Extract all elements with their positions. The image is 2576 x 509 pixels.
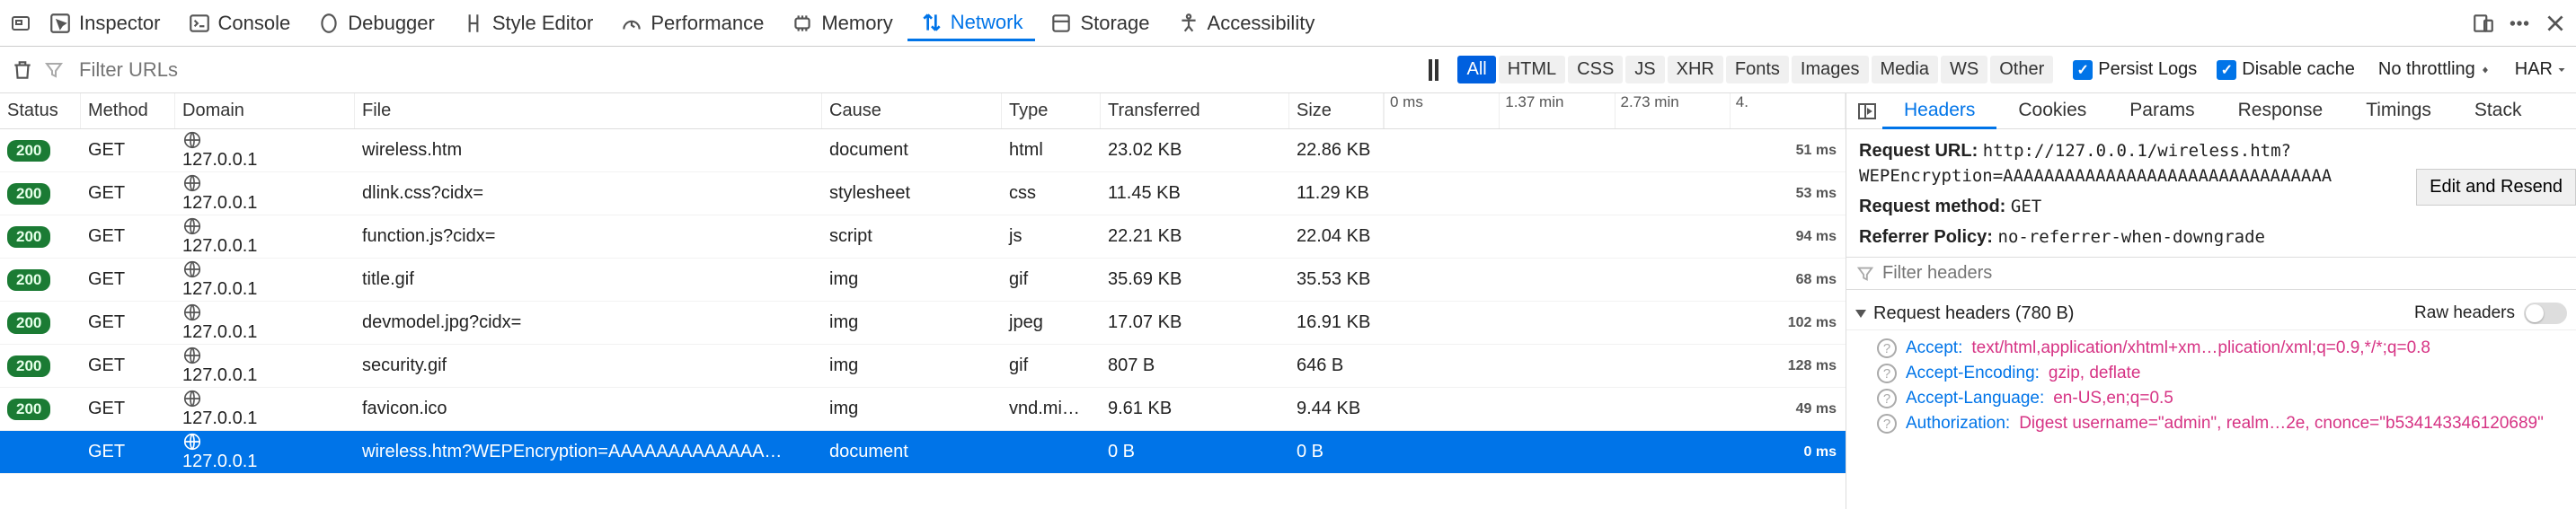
- type-filter-chips: AllHTMLCSSJSXHRFontsImagesMediaWSOther: [1455, 56, 2053, 83]
- ref-policy-label: Referrer Policy:: [1859, 227, 1993, 247]
- table-header: Status Method Domain File Cause Type Tra…: [0, 93, 1846, 129]
- help-icon[interactable]: ?: [1877, 364, 1897, 383]
- detail-tab-cookies[interactable]: Cookies: [1996, 94, 2108, 128]
- header-row: ?Accept-Language: en-US,en;q=0.5: [1859, 386, 2563, 411]
- detail-tab-response[interactable]: Response: [2217, 94, 2345, 128]
- har-menu[interactable]: HAR: [2515, 59, 2567, 80]
- tab-network[interactable]: Network: [907, 5, 1036, 41]
- filter-chip-js[interactable]: JS: [1625, 56, 1664, 83]
- details-panel: HeadersCookiesParamsResponseTimingsStack…: [1846, 93, 2576, 509]
- tab-console-label: Console: [218, 12, 291, 35]
- filter-chip-media[interactable]: Media: [1872, 56, 1938, 83]
- filter-chip-ws[interactable]: WS: [1941, 56, 1987, 83]
- filter-chip-xhr[interactable]: XHR: [1668, 56, 1723, 83]
- tab-storage-label: Storage: [1080, 12, 1149, 35]
- table-row[interactable]: 200GET127.0.0.1security.gifimggif807 B64…: [0, 345, 1846, 388]
- req-method-label: Request method:: [1859, 197, 2005, 216]
- col-cause[interactable]: Cause: [822, 93, 1002, 128]
- close-icon[interactable]: [2542, 10, 2569, 37]
- table-row[interactable]: 200GET127.0.0.1favicon.icoimgvnd.mi…9.61…: [0, 388, 1846, 431]
- detail-tab-headers[interactable]: Headers: [1882, 94, 1996, 129]
- disable-cache-checkbox[interactable]: ✓Disable cache: [2217, 59, 2355, 80]
- raw-headers-toggle[interactable]: [2524, 303, 2567, 324]
- detail-tab-params[interactable]: Params: [2108, 94, 2216, 128]
- devtools-toolbar: Inspector Console Debugger Style Editor …: [0, 0, 2576, 47]
- tab-style-editor-label: Style Editor: [492, 12, 594, 35]
- req-url-label: Request URL:: [1859, 141, 1978, 161]
- throttling-select[interactable]: No throttling: [2378, 59, 2492, 80]
- status-badge: 200: [7, 399, 50, 420]
- header-row: ?Accept: text/html,application/xhtml+xm……: [1859, 336, 2563, 361]
- tab-performance-label: Performance: [651, 12, 764, 35]
- status-badge: 200: [7, 312, 50, 334]
- ref-policy-value: no-referrer-when-downgrade: [1998, 227, 2265, 247]
- header-row: ?Authorization: Digest username="admin",…: [1859, 411, 2563, 436]
- tab-accessibility[interactable]: Accessibility: [1164, 6, 1328, 40]
- network-subtoolbar: AllHTMLCSSJSXHRFontsImagesMediaWSOther ✓…: [0, 47, 2576, 93]
- detail-tabs: HeadersCookiesParamsResponseTimingsStack: [1846, 93, 2576, 129]
- help-icon[interactable]: ?: [1877, 338, 1897, 358]
- detail-tab-stack[interactable]: Stack: [2453, 94, 2544, 128]
- tab-debugger-label: Debugger: [348, 12, 435, 35]
- col-transferred[interactable]: Transferred: [1101, 93, 1289, 128]
- persist-logs-checkbox[interactable]: ✓Persist Logs: [2073, 59, 2197, 80]
- tab-accessibility-label: Accessibility: [1208, 12, 1315, 35]
- table-row[interactable]: 200GET127.0.0.1devmodel.jpg?cidx=imgjpeg…: [0, 302, 1846, 345]
- detail-tab-timings[interactable]: Timings: [2344, 94, 2453, 128]
- table-row[interactable]: 200GET127.0.0.1dlink.css?cidx=stylesheet…: [0, 172, 1846, 215]
- twisty-down-icon: [1855, 310, 1866, 318]
- filter-chip-html[interactable]: HTML: [1499, 56, 1565, 83]
- tab-performance[interactable]: Performance: [607, 6, 776, 40]
- clear-icon[interactable]: [9, 57, 36, 83]
- filter-chip-fonts[interactable]: Fonts: [1726, 56, 1789, 83]
- iframe-picker-icon[interactable]: [7, 10, 34, 37]
- help-icon[interactable]: ?: [1877, 389, 1897, 408]
- table-row[interactable]: 200GET127.0.0.1wireless.htmdocumenthtml2…: [0, 129, 1846, 172]
- filter-chip-other[interactable]: Other: [1990, 56, 2053, 83]
- filter-urls-input[interactable]: [72, 54, 288, 86]
- tab-network-label: Network: [951, 11, 1023, 34]
- tab-memory-label: Memory: [821, 12, 892, 35]
- filter-icon: [1855, 264, 1875, 284]
- requests-table: Status Method Domain File Cause Type Tra…: [0, 93, 1846, 509]
- filter-headers-input[interactable]: [1882, 263, 2107, 284]
- filter-chip-css[interactable]: CSS: [1568, 56, 1623, 83]
- col-status[interactable]: Status: [0, 93, 81, 128]
- pause-icon[interactable]: [1429, 59, 1438, 81]
- tab-style-editor[interactable]: Style Editor: [449, 6, 606, 40]
- responsive-mode-icon[interactable]: [2470, 10, 2497, 37]
- header-row: ?Accept-Encoding: gzip, deflate: [1859, 361, 2563, 386]
- request-headers-label: Request headers (780 B): [1873, 303, 2074, 324]
- status-badge: 200: [7, 269, 50, 291]
- help-icon[interactable]: ?: [1877, 414, 1897, 434]
- request-headers-section[interactable]: Request headers (780 B) Raw headers: [1846, 297, 2576, 330]
- tab-console[interactable]: Console: [175, 6, 304, 40]
- edit-resend-button[interactable]: Edit and Resend: [2416, 169, 2576, 206]
- tab-inspector-label: Inspector: [79, 12, 161, 35]
- tab-storage[interactable]: Storage: [1037, 6, 1162, 40]
- status-badge: 200: [7, 140, 50, 162]
- tab-inspector[interactable]: Inspector: [36, 6, 173, 40]
- table-row[interactable]: 200GET127.0.0.1function.js?cidx=scriptjs…: [0, 215, 1846, 259]
- status-badge: 200: [7, 183, 50, 205]
- col-file[interactable]: File: [355, 93, 822, 128]
- col-type[interactable]: Type: [1002, 93, 1101, 128]
- filter-chip-all[interactable]: All: [1457, 56, 1495, 83]
- status-badge: 200: [7, 355, 50, 377]
- col-size[interactable]: Size: [1289, 93, 1384, 128]
- tab-memory[interactable]: Memory: [778, 6, 905, 40]
- table-row[interactable]: 200GET127.0.0.1title.gifimggif35.69 KB35…: [0, 259, 1846, 302]
- col-method[interactable]: Method: [81, 93, 175, 128]
- col-waterfall[interactable]: 0 ms1.37 min2.73 min4.: [1384, 93, 1846, 128]
- meatball-menu-icon[interactable]: [2506, 10, 2533, 37]
- raw-headers-label: Raw headers: [2414, 303, 2515, 323]
- table-row[interactable]: GET127.0.0.1wireless.htm?WEPEncryption=A…: [0, 431, 1846, 474]
- filter-icon: [43, 59, 65, 81]
- col-domain[interactable]: Domain: [175, 93, 355, 128]
- filter-chip-images[interactable]: Images: [1792, 56, 1869, 83]
- req-method-value: GET: [2011, 197, 2041, 216]
- status-badge: 200: [7, 226, 50, 248]
- toggle-panel-icon[interactable]: [1852, 96, 1882, 127]
- tab-debugger[interactable]: Debugger: [305, 6, 447, 40]
